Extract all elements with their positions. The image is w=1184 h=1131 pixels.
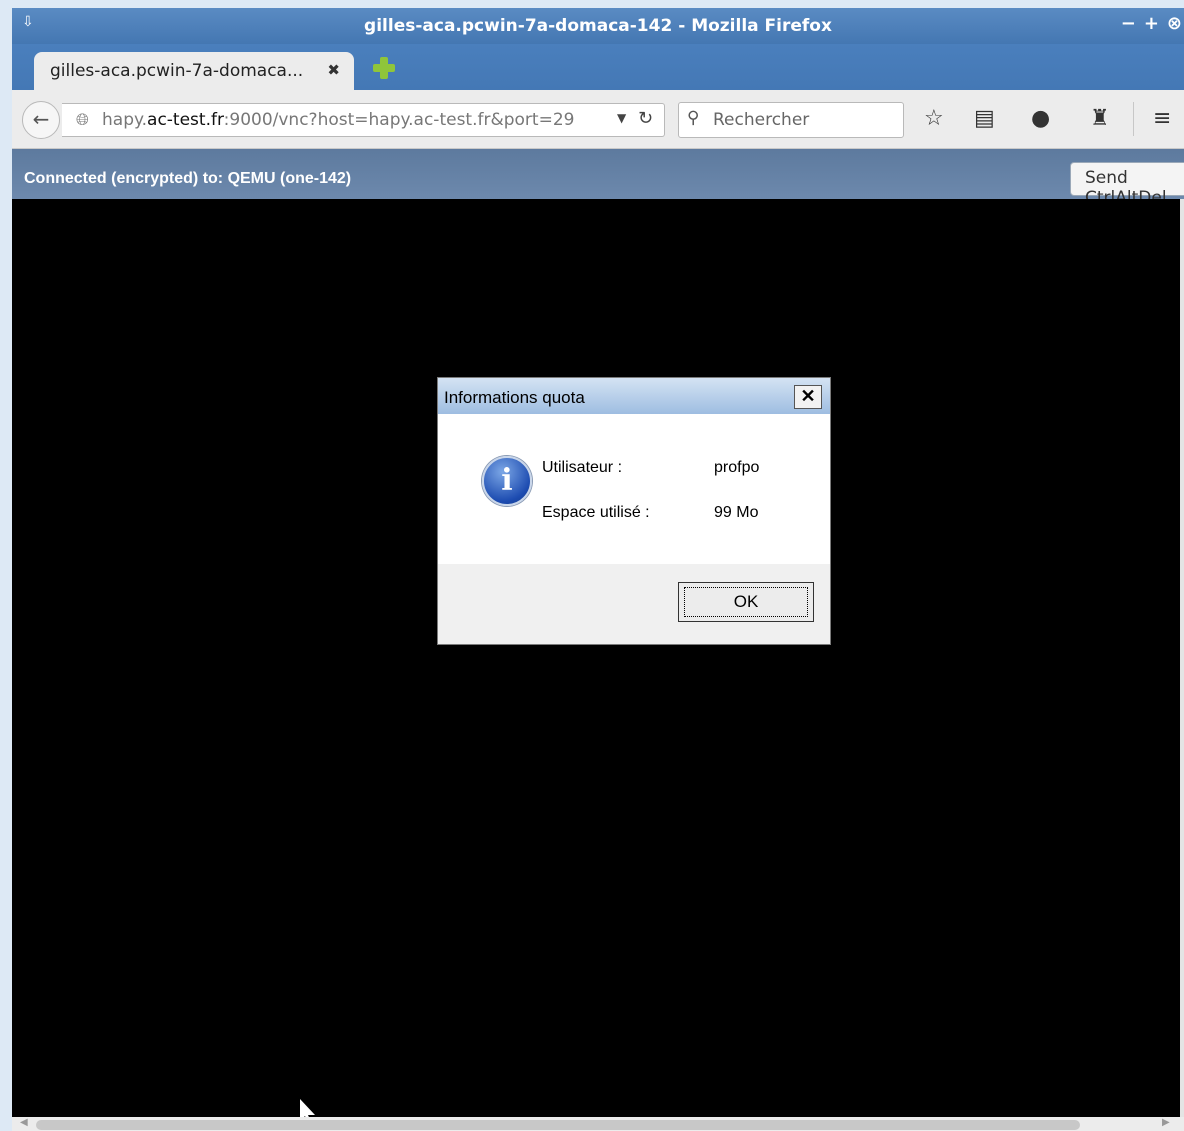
tab-close-icon[interactable]: ✖ xyxy=(327,61,340,79)
scroll-left-icon[interactable]: ◀ xyxy=(20,1117,28,1128)
space-value: 99 Mo xyxy=(714,504,759,521)
user-label: Utilisateur : xyxy=(542,459,623,476)
scrollbar-thumb[interactable] xyxy=(36,1120,1080,1130)
ok-button-label: OK xyxy=(684,587,808,617)
dialog-title: Informations quota xyxy=(444,388,585,407)
connection-status: Connected (encrypted) to: QEMU (one-142) xyxy=(24,170,352,187)
vnc-screen[interactable] xyxy=(12,199,1180,1125)
tab-vnc[interactable]: gilles-aca.pcwin-7a-domaca... ✖ xyxy=(34,52,354,90)
window-controls: − + ⊗ xyxy=(1121,13,1184,34)
firefox-window: ⇩ gilles-aca.pcwin-7a-domaca-142 - Mozil… xyxy=(12,8,1184,1131)
minimize-icon[interactable]: − xyxy=(1121,13,1136,34)
globe-icon: 🌐︎ xyxy=(76,110,89,129)
tab-label: gilles-aca.pcwin-7a-domaca... xyxy=(50,61,304,81)
back-arrow-icon: ← xyxy=(32,107,50,131)
space-label: Espace utilisé : xyxy=(542,504,650,521)
ok-button[interactable]: OK xyxy=(678,582,814,622)
tab-strip: gilles-aca.pcwin-7a-domaca... ✖ xyxy=(12,44,1184,90)
url-text[interactable]: hapy.ac-test.fr:9000/vnc?host=hapy.ac-te… xyxy=(102,110,574,130)
send-ctrl-alt-del-button[interactable]: Send CtrlAltDel xyxy=(1070,162,1184,208)
user-value: profpo xyxy=(714,459,760,476)
reload-icon[interactable]: ↻ xyxy=(638,108,653,129)
ghost-icon[interactable]: ♜ xyxy=(1090,108,1110,130)
history-dropdown-icon[interactable]: ▼ xyxy=(617,111,626,125)
desktop-background: ⇩ gilles-aca.pcwin-7a-domaca-142 - Mozil… xyxy=(0,0,1184,1131)
dialog-title-bar: Informations quota ✕ xyxy=(438,378,830,414)
vnc-status-bar: Connected (encrypted) to: QEMU (one-142)… xyxy=(12,149,1184,208)
close-window-icon[interactable]: ⊗ xyxy=(1167,13,1182,34)
maximize-icon[interactable]: + xyxy=(1144,13,1159,34)
url-bar[interactable]: 🌐︎ hapy.ac-test.fr:9000/vnc?host=hapy.ac… xyxy=(62,103,665,137)
quota-dialog: Informations quota ✕ i Utilisateur : pro… xyxy=(437,377,831,645)
toolbar-divider xyxy=(1133,102,1134,136)
new-tab-icon[interactable] xyxy=(370,54,398,82)
horizontal-scrollbar[interactable]: ◀ ▶ xyxy=(12,1117,1184,1131)
scroll-right-icon[interactable]: ▶ xyxy=(1162,1117,1170,1128)
reading-list-icon[interactable]: ▤ xyxy=(974,108,995,130)
search-placeholder: Rechercher xyxy=(713,110,810,130)
info-icon: i xyxy=(482,456,532,506)
search-input[interactable]: ⚲ Rechercher xyxy=(678,102,904,138)
dialog-footer: OK xyxy=(438,564,830,644)
hamburger-menu-icon[interactable]: ≡ xyxy=(1153,108,1171,130)
star-icon[interactable]: ☆ xyxy=(924,108,944,130)
search-icon: ⚲ xyxy=(687,108,700,128)
chat-icon[interactable]: ● xyxy=(1031,108,1050,130)
back-button[interactable]: ← xyxy=(22,101,60,139)
title-bar: ⇩ gilles-aca.pcwin-7a-domaca-142 - Mozil… xyxy=(12,8,1184,44)
window-title: gilles-aca.pcwin-7a-domaca-142 - Mozilla… xyxy=(364,16,832,36)
vertical-scrollbar[interactable] xyxy=(1180,199,1184,1117)
navigation-bar: ← 🌐︎ hapy.ac-test.fr:9000/vnc?host=hapy.… xyxy=(12,90,1184,149)
dialog-close-button[interactable]: ✕ xyxy=(794,385,822,409)
